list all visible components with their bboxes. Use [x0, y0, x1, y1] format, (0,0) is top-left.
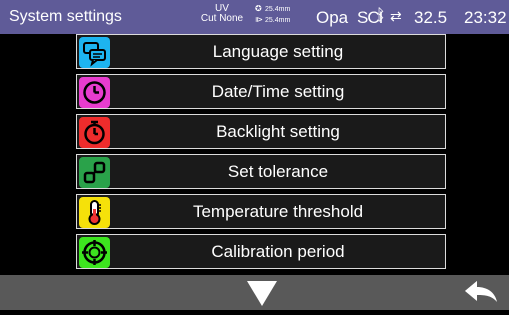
- clock-icon: [79, 77, 110, 108]
- menu-item-label: Date/Time setting: [211, 82, 345, 101]
- timer-icon: [79, 117, 110, 148]
- status-bar: System settings UV Cut None ✪ 25.4mm ⧐ 25.…: [0, 0, 509, 34]
- usb-icon: ⇄: [390, 8, 402, 24]
- menu-item-label: Backlight setting: [216, 122, 340, 141]
- fiber-side-icon: ⧐: [255, 15, 263, 24]
- diameter-bottom: 25.4mm: [265, 17, 291, 24]
- menu-item-tolerance[interactable]: Set tolerance: [76, 154, 446, 189]
- menu-item-temperature[interactable]: Temperature threshold: [76, 194, 446, 229]
- temperature-readout: 32.5: [414, 8, 448, 27]
- scroll-down-button[interactable]: [232, 275, 292, 310]
- menu-item-label: Language setting: [212, 42, 344, 61]
- menu-item-language[interactable]: Language setting: [76, 34, 446, 69]
- bluetooth-icon: ᛒ: [376, 7, 386, 24]
- uv-status: UV Cut None: [196, 4, 248, 24]
- tolerance-icon: [79, 157, 110, 188]
- menu-item-datetime[interactable]: Date/Time setting: [76, 74, 446, 109]
- diameter-status: ✪ 25.4mm ⧐ 25.4mm: [255, 4, 290, 26]
- menu-item-label: Set tolerance: [227, 162, 329, 181]
- back-arrow-icon: [465, 281, 497, 302]
- menu-item-label: Temperature threshold: [192, 202, 364, 221]
- back-button[interactable]: [455, 275, 505, 310]
- clock: 23:32: [464, 8, 507, 27]
- calibration-icon: [79, 237, 110, 268]
- menu-item-label: Calibration period: [211, 242, 345, 261]
- language-icon: [79, 37, 110, 68]
- arrow-down-icon: [247, 281, 277, 306]
- menu-item-calibration[interactable]: Calibration period: [76, 234, 446, 269]
- diameter-top: 25.4mm: [265, 6, 291, 13]
- opa-status: Opa: [316, 8, 349, 27]
- menu-item-backlight[interactable]: Backlight setting: [76, 114, 446, 149]
- bottom-bar: [0, 275, 509, 310]
- page-title: System settings: [9, 8, 122, 25]
- fiber-end-icon: ✪: [255, 4, 262, 13]
- uv-cut-value: Cut None: [200, 13, 244, 24]
- thermometer-icon: [79, 197, 110, 228]
